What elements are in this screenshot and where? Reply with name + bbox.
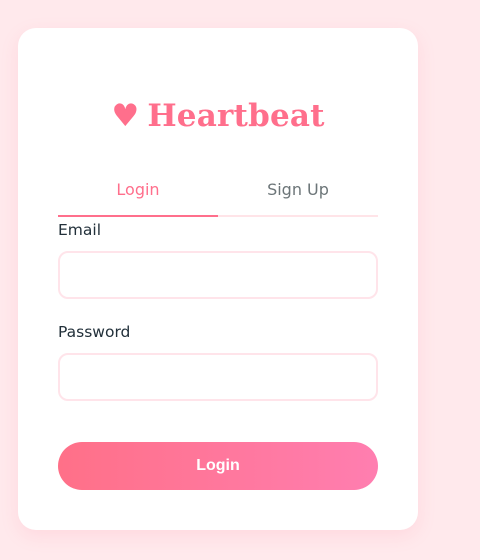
password-label: Password xyxy=(58,323,131,341)
tab-login[interactable]: Login xyxy=(58,168,218,217)
brand-title: ♥ Heartbeat xyxy=(18,96,418,136)
password-field[interactable] xyxy=(58,353,378,401)
login-button[interactable]: Login xyxy=(58,442,378,490)
email-label: Email xyxy=(58,221,102,239)
heart-icon: ♥ xyxy=(111,98,140,134)
login-card: ♥ Heartbeat Login Sign Up Email Password … xyxy=(18,28,418,530)
email-field[interactable] xyxy=(58,251,378,299)
auth-tabs: Login Sign Up xyxy=(58,168,378,217)
tab-sign-up[interactable]: Sign Up xyxy=(218,168,378,215)
brand-name: Heartbeat xyxy=(147,98,325,134)
